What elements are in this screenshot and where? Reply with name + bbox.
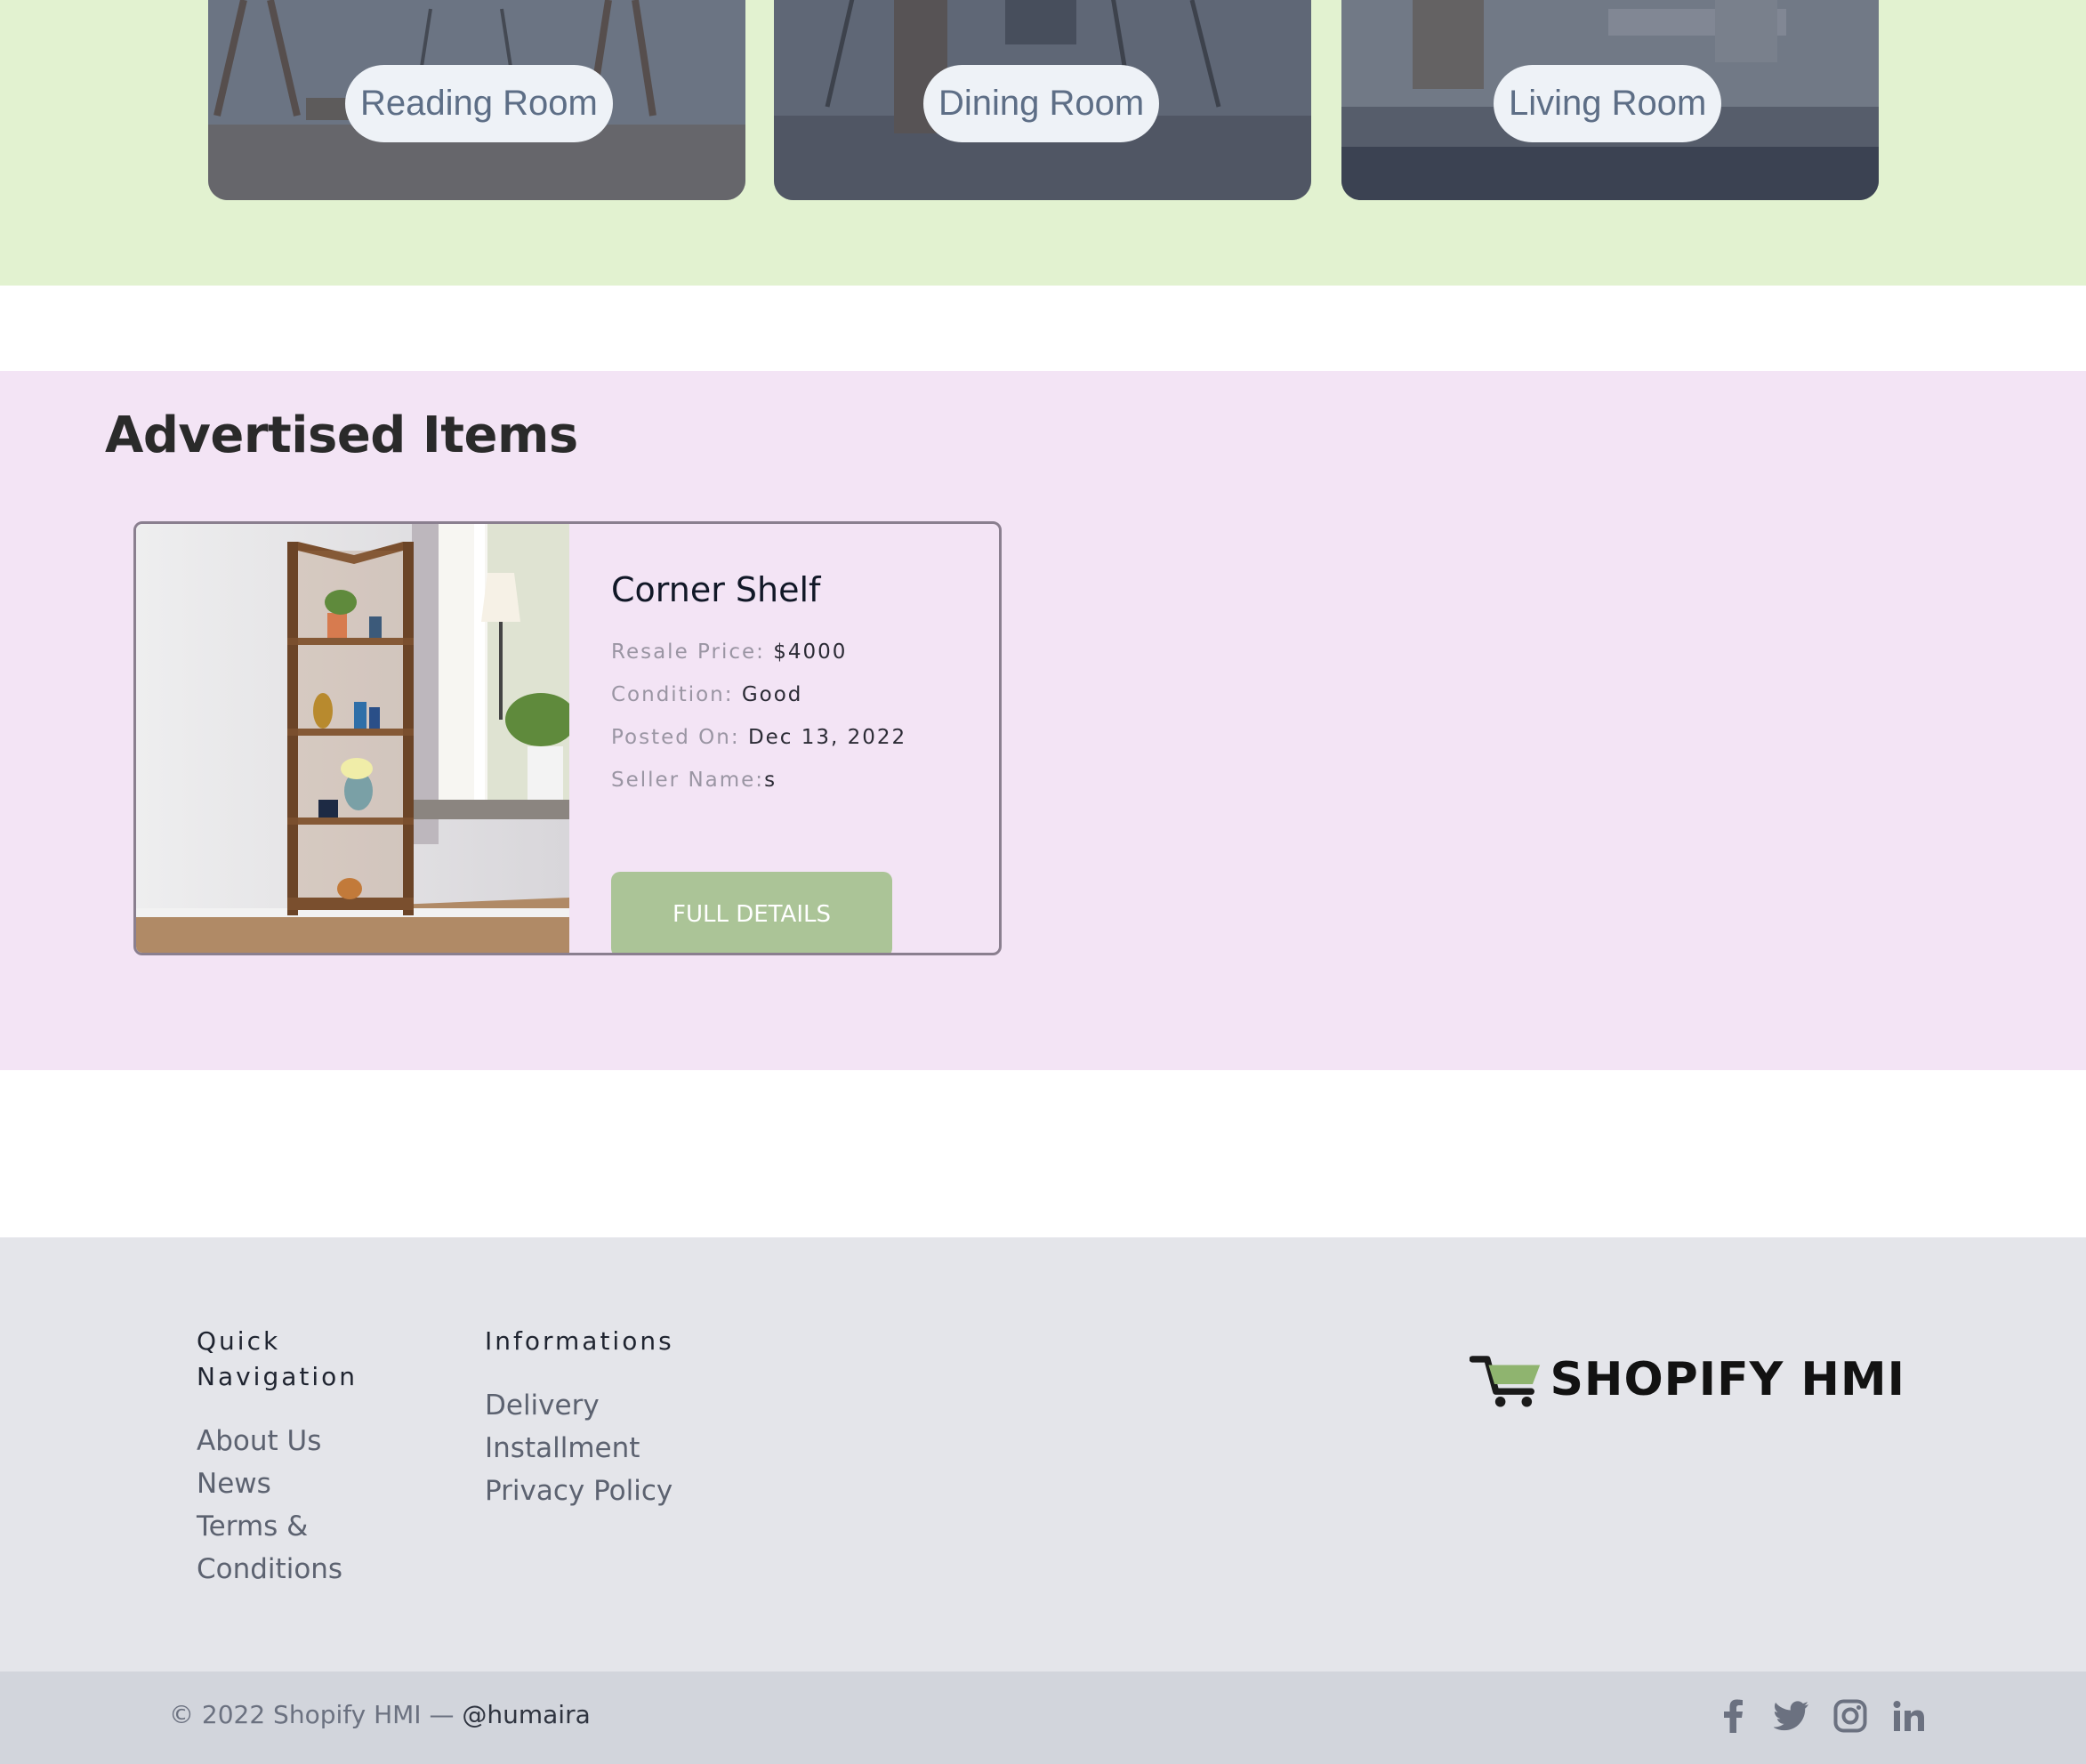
informations-links: Delivery Installment Privacy Policy [485,1384,769,1512]
footer-link-privacy-policy[interactable]: Privacy Policy [485,1470,769,1512]
full-details-button[interactable]: FULL DETAILS [611,872,892,953]
condition: Condition: Good [611,673,985,716]
category-card-dining-room[interactable]: Dining Room [774,0,1311,200]
resale-price: Resale Price: $4000 [611,631,985,673]
category-label[interactable]: Living Room [1494,65,1722,142]
seller-name-label: Seller Name: [611,769,765,792]
informations-heading: Informations [485,1326,674,1356]
product-name: Corner Shelf [611,570,821,609]
category-card-reading-room[interactable]: Reading Room [208,0,745,200]
author-handle[interactable]: @humaira [462,1700,590,1729]
product-card: Corner Shelf Resale Price: $4000 Conditi… [133,521,1002,955]
section-title: Advertised Items [105,407,578,464]
advertised-items-section: Advertised Items Corner Shelf Resale Pri… [0,371,2086,1070]
copyright-text: © 2022 Shopify HMI — @humaira [169,1700,591,1729]
brand-name: SHOPIFY HMI [1550,1353,1905,1406]
instagram-icon[interactable] [1832,1696,1868,1736]
twitter-icon[interactable] [1774,1696,1809,1736]
resale-price-value: $4000 [773,640,848,664]
brand-logo[interactable]: SHOPIFY HMI [1470,1340,1905,1420]
categories-section: Reading Room Dining Room Living Room [0,0,2086,286]
shopping-cart-icon [1470,1356,1541,1407]
category-label[interactable]: Reading Room [345,65,613,142]
seller-name: Seller Name:s [611,759,985,801]
corner-shelf-image [136,524,569,953]
footer-link-about-us[interactable]: About Us [197,1420,375,1462]
social-links [1715,1696,1927,1736]
product-image [136,524,569,953]
copyright-label: © 2022 Shopify HMI — [169,1700,455,1729]
category-card-living-room[interactable]: Living Room [1341,0,1879,200]
posted-on-label: Posted On: [611,726,740,749]
condition-label: Condition: [611,683,734,706]
seller-name-value: s [764,769,777,792]
footer: Quick Navigation About Us News Terms & C… [0,1237,2086,1671]
linkedin-icon[interactable] [1891,1696,1927,1736]
footer-link-installment[interactable]: Installment [485,1427,769,1470]
posted-on: Posted On: Dec 13, 2022 [611,716,985,759]
facebook-icon[interactable] [1715,1696,1751,1736]
category-label[interactable]: Dining Room [923,65,1160,142]
footer-link-news[interactable]: News [197,1462,375,1505]
footer-link-delivery[interactable]: Delivery [485,1384,769,1427]
condition-value: Good [741,683,803,706]
footer-link-terms[interactable]: Terms & Conditions [197,1505,375,1591]
footer-bottom-bar: © 2022 Shopify HMI — @humaira [0,1671,2086,1764]
informations-column: Informations Delivery Installment Privac… [485,1324,769,1512]
posted-on-value: Dec 13, 2022 [747,726,907,749]
resale-price-label: Resale Price: [611,640,765,664]
quick-navigation-links: About Us News Terms & Conditions [197,1420,375,1591]
quick-navigation-column: Quick Navigation About Us News Terms & C… [197,1324,375,1591]
product-info: Corner Shelf Resale Price: $4000 Conditi… [611,570,985,953]
quick-navigation-heading: Quick Navigation [197,1326,358,1391]
